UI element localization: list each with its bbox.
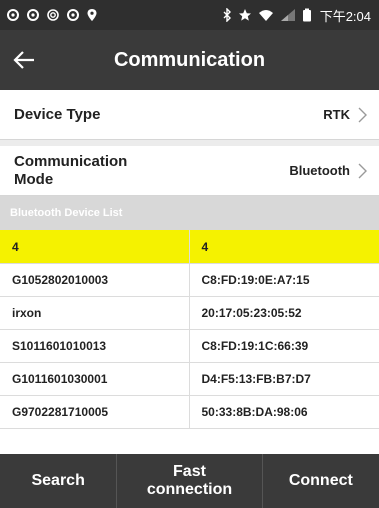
device-address-cell: 50:33:8B:DA:98:06 (201, 405, 308, 419)
device-type-row[interactable]: Device Type RTK (0, 90, 379, 140)
device-name-cell: G1052802010003 (0, 264, 190, 296)
star-icon (238, 8, 252, 22)
status-bar-left (6, 8, 98, 22)
app-header: Communication (0, 30, 379, 90)
chevron-right-icon (358, 163, 367, 178)
fast-connection-button[interactable]: Fast connection (117, 454, 263, 508)
device-type-value-group: RTK (323, 107, 367, 123)
device-address-cell: D4:F5:13:FB:B7:D7 (201, 372, 311, 386)
device-type-label: Device Type (14, 105, 101, 123)
bluetooth-device-list-header: Bluetooth Device List (0, 196, 379, 230)
device-name-cell: G1011601030001 (0, 363, 190, 395)
device-name-cell: G9702281710005 (0, 396, 190, 428)
notification-icon (26, 8, 40, 22)
wifi-icon (258, 8, 274, 22)
communication-mode-row[interactable]: Communication Mode Bluetooth (0, 146, 379, 196)
table-row[interactable]: G9702281710005 50:33:8B:DA:98:06 (0, 396, 379, 429)
table-row[interactable]: irxon 20:17:05:23:05:52 (0, 297, 379, 330)
notification-icon (66, 8, 80, 22)
table-row[interactable]: G1052802010003 C8:FD:19:0E:A7:15 (0, 264, 379, 297)
bluetooth-icon (222, 8, 232, 22)
table-row[interactable]: S1011601010013 C8:FD:19:1C:66:39 (0, 330, 379, 363)
communication-mode-value-group: Bluetooth (289, 163, 367, 179)
device-name-cell: 4 (0, 230, 190, 263)
back-button[interactable] (0, 30, 48, 90)
communication-mode-value: Bluetooth (289, 163, 350, 178)
back-arrow-icon (13, 51, 34, 69)
page-title: Communication (113, 48, 266, 71)
connect-button[interactable]: Connect (263, 454, 379, 508)
search-button[interactable]: Search (0, 454, 118, 508)
device-name-cell: irxon (0, 297, 190, 329)
device-address-cell: 20:17:05:23:05:52 (201, 306, 302, 320)
bluetooth-device-table: 4 4 G1052802010003 C8:FD:19:0E:A7:15 irx… (0, 230, 379, 456)
communication-mode-label: Communication Mode (14, 152, 128, 188)
status-time: 下午2:04 (319, 8, 371, 24)
battery-icon (302, 8, 312, 22)
device-name-cell: S1011601010013 (0, 330, 190, 362)
chevron-right-icon (358, 107, 367, 122)
notification-icon (6, 8, 20, 22)
status-bar-right: 下午2:04 (222, 6, 371, 25)
signal-icon (280, 8, 296, 22)
location-icon (86, 8, 98, 22)
device-type-value: RTK (323, 107, 350, 122)
bottom-action-bar: Search Fast connection Connect (0, 454, 379, 508)
device-address-cell: 4 (201, 239, 209, 254)
table-row[interactable]: 4 4 (0, 230, 379, 264)
table-row[interactable]: G1011601030001 D4:F5:13:FB:B7:D7 (0, 363, 379, 396)
status-bar: 下午2:04 (0, 0, 379, 30)
device-address-cell: C8:FD:19:0E:A7:15 (201, 273, 310, 287)
settings-icon (46, 8, 60, 22)
device-address-cell: C8:FD:19:1C:66:39 (201, 339, 309, 353)
